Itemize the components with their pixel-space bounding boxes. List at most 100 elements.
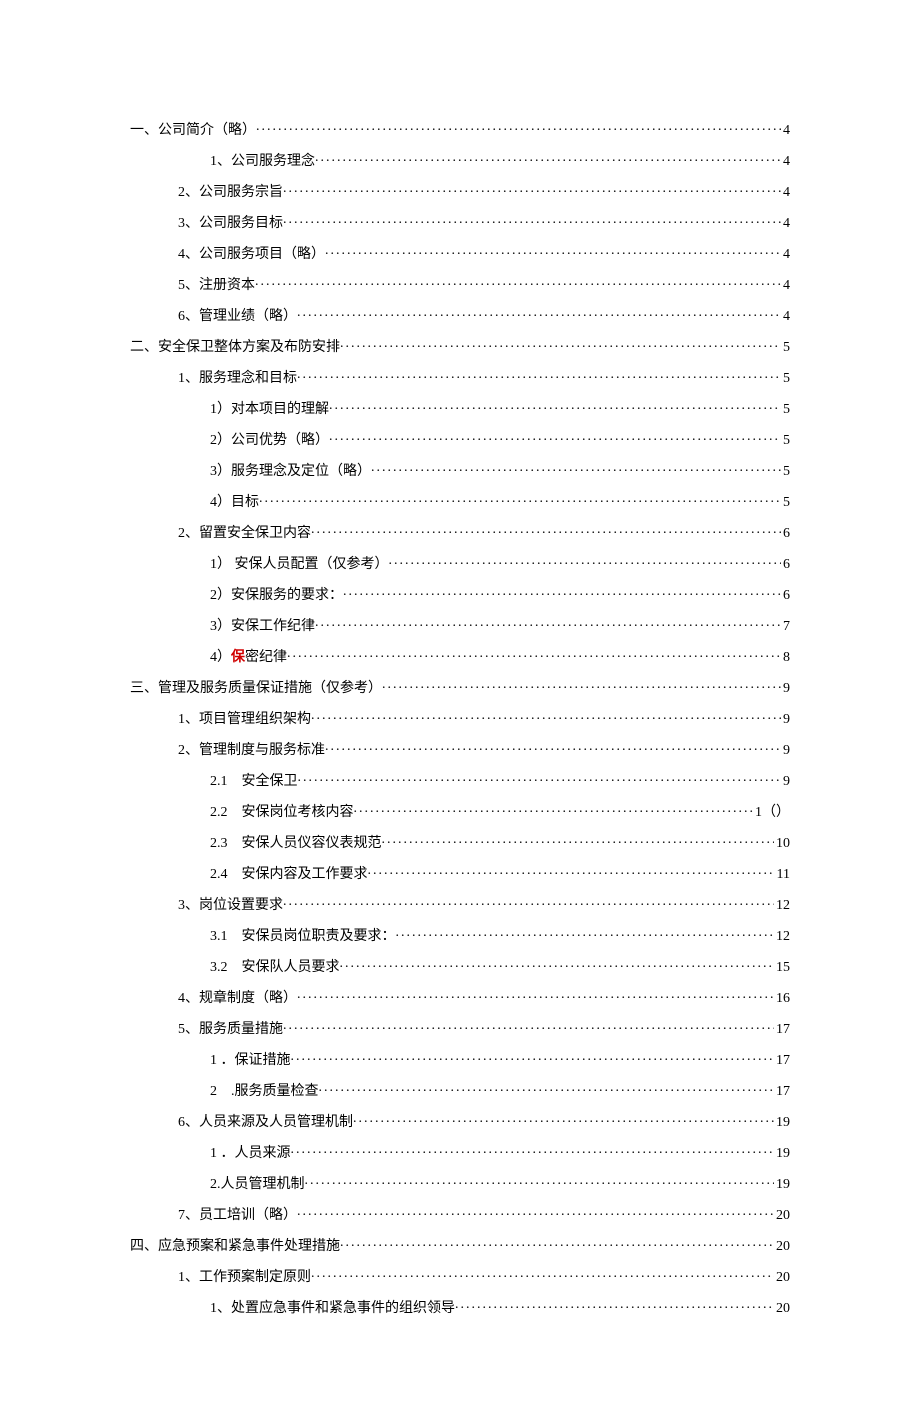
toc-leader-dots xyxy=(340,337,781,351)
toc-label: 4、公司服务项目（略） xyxy=(178,248,325,262)
toc-label: 6、管理业绩（略） xyxy=(178,310,297,324)
document-page: 一、公司简介（略）41、公司服务理念42、公司服务宗旨43、公司服务目标44、公… xyxy=(0,0,920,1409)
toc-label: 5、注册资本 xyxy=(178,279,255,293)
toc-leader-dots xyxy=(297,988,774,1002)
toc-entry: 4、规章制度（略）16 xyxy=(130,988,790,1006)
toc-leader-dots xyxy=(389,554,782,568)
toc-leader-dots xyxy=(455,1298,774,1312)
toc-label: 3）安保工作纪律 xyxy=(210,620,315,634)
toc-page-number: 4 xyxy=(781,124,790,138)
toc-entry: 3.1 安保员岗位职责及要求： 12 xyxy=(130,926,790,944)
toc-entry: 2.3 安保人员仪容仪表规范 10 xyxy=(130,833,790,851)
toc-entry: 2.4 安保内容及工作要求 11 xyxy=(130,864,790,882)
toc-label: 2.1 安全保卫 xyxy=(210,775,298,789)
toc-entry: 6、管理业绩（略） 4 xyxy=(130,306,790,324)
toc-label: 5、服务质量措施 xyxy=(178,1023,283,1037)
toc-entry: 1）对本项目的理解5 xyxy=(130,399,790,417)
toc-page-number: 5 xyxy=(781,403,790,417)
toc-page-number: 9 xyxy=(781,744,790,758)
toc-leader-dots xyxy=(256,120,781,134)
toc-leader-dots xyxy=(329,399,781,413)
toc-leader-dots xyxy=(382,833,775,847)
toc-page-number: 1（） xyxy=(753,806,790,820)
toc-label: 一、公司简介（略） xyxy=(130,124,256,138)
toc-page-number: 4 xyxy=(781,279,790,293)
toc-label: 2）安保服务的要求： xyxy=(210,589,343,603)
toc-label: 2、留置安全保卫内容 xyxy=(178,527,311,541)
toc-label: 四、应急预案和紧急事件处理措施 xyxy=(130,1240,340,1254)
toc-leader-dots xyxy=(283,213,781,227)
toc-entry: 5、注册资本 4 xyxy=(130,275,790,293)
toc-page-number: 12 xyxy=(774,930,790,944)
toc-entry: 2、公司服务宗旨4 xyxy=(130,182,790,200)
toc-label: 1、服务理念和目标 xyxy=(178,372,297,386)
toc-entry: 3、岗位设置要求12 xyxy=(130,895,790,913)
toc-page-number: 9 xyxy=(781,775,790,789)
toc-page-number: 16 xyxy=(774,992,790,1006)
toc-leader-dots xyxy=(368,864,775,878)
toc-leader-dots xyxy=(325,244,781,258)
toc-page-number: 17 xyxy=(774,1054,790,1068)
toc-entry: 三、管理及服务质量保证措施（仅参考）9 xyxy=(130,678,790,696)
toc-entry: 二、安全保卫整体方案及布防安排5 xyxy=(130,337,790,355)
toc-leader-dots xyxy=(297,368,781,382)
toc-leader-dots xyxy=(283,1019,774,1033)
toc-page-number: 4 xyxy=(781,186,790,200)
toc-label: 3.2 安保队人员要求 xyxy=(210,961,340,975)
toc-page-number: 11 xyxy=(775,868,790,882)
toc-leader-dots xyxy=(255,275,781,289)
toc-leader-dots xyxy=(340,957,775,971)
toc-leader-dots xyxy=(298,771,782,785)
toc-label: 2.4 安保内容及工作要求 xyxy=(210,868,368,882)
toc-page-number: 20 xyxy=(774,1271,790,1285)
toc-page-number: 20 xyxy=(774,1240,790,1254)
toc-entry: 2、管理制度与服务标准9 xyxy=(130,740,790,758)
toc-label: 6、人员来源及人员管理机制 xyxy=(178,1116,353,1130)
toc-page-number: 15 xyxy=(774,961,790,975)
toc-label: 3、岗位设置要求 xyxy=(178,899,283,913)
toc-leader-dots xyxy=(396,926,775,940)
toc-entry: 4）目标5 xyxy=(130,492,790,510)
toc-entry: 1 ．人员来源19 xyxy=(130,1143,790,1161)
toc-label: 1、项目管理组织架构 xyxy=(178,713,311,727)
toc-leader-dots xyxy=(283,895,774,909)
toc-entry: 6、人员来源及人员管理机制19 xyxy=(130,1112,790,1130)
toc-page-number: 5 xyxy=(781,465,790,479)
toc-leader-dots xyxy=(297,1205,774,1219)
toc-entry: 一、公司简介（略） 4 xyxy=(130,120,790,138)
toc-leader-dots xyxy=(315,616,781,630)
toc-label: 2.3 安保人员仪容仪表规范 xyxy=(210,837,382,851)
toc-label: 2.2 安保岗位考核内容 xyxy=(210,806,354,820)
toc-page-number: 20 xyxy=(774,1302,790,1316)
toc-leader-dots xyxy=(297,306,781,320)
toc-page-number: 6 xyxy=(781,527,790,541)
toc-entry: 3、公司服务目标4 xyxy=(130,213,790,231)
toc-page-number: 10 xyxy=(774,837,790,851)
toc-label-pre: 4） xyxy=(210,650,231,665)
toc-page-number: 17 xyxy=(774,1023,790,1037)
toc-entry: 2）公司优势（略）5 xyxy=(130,430,790,448)
toc-leader-dots xyxy=(311,1267,774,1281)
toc-page-number: 4 xyxy=(781,310,790,324)
toc-entry: 1、服务理念和目标 5 xyxy=(130,368,790,386)
toc-leader-dots xyxy=(291,1050,775,1064)
toc-label: 1 ．人员来源 xyxy=(210,1147,291,1161)
toc-entry: 1） 安保人员配置（仅参考）6 xyxy=(130,554,790,572)
toc-entry: 3）安保工作纪律7 xyxy=(130,616,790,634)
toc-page-number: 6 xyxy=(781,558,790,572)
toc-entry: 1 ．保证措施 17 xyxy=(130,1050,790,1068)
toc-page-number: 5 xyxy=(781,372,790,386)
toc-entry: 2.人员管理机制19 xyxy=(130,1174,790,1192)
toc-label: 1、处置应急事件和紧急事件的组织领导 xyxy=(210,1302,455,1316)
toc-leader-dots xyxy=(371,461,781,475)
toc-page-number: 20 xyxy=(774,1209,790,1223)
toc-label: 3、公司服务目标 xyxy=(178,217,283,231)
toc-page-number: 9 xyxy=(781,713,790,727)
toc-leader-dots xyxy=(315,151,781,165)
toc-label: 3.1 安保员岗位职责及要求： xyxy=(210,930,396,944)
toc-leader-dots xyxy=(287,647,781,661)
toc-page-number: 5 xyxy=(781,496,790,510)
toc-leader-dots xyxy=(325,740,781,754)
toc-label: 4）保密纪律 xyxy=(210,651,287,665)
toc-label: 1 ．保证措施 xyxy=(210,1054,291,1068)
